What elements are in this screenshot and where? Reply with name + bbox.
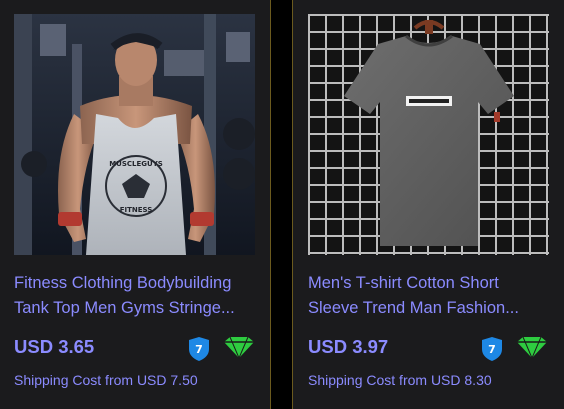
product-title-line-1[interactable]: Men's T-shirt Cotton Short xyxy=(308,271,552,296)
shield-7-icon: 7 xyxy=(189,337,209,361)
product-title-line-2[interactable]: Sleeve Trend Man Fashion... xyxy=(308,296,552,321)
badge-group: 7 xyxy=(479,336,551,362)
product-photo xyxy=(308,14,549,255)
card-gutter xyxy=(271,0,292,409)
product-image[interactable] xyxy=(308,14,549,255)
svg-text:7: 7 xyxy=(488,343,496,356)
diamond-icon xyxy=(517,336,547,360)
shirt-print-bottom: FITNESS xyxy=(120,206,153,214)
product-title[interactable]: Men's T-shirt Cotton Short Sleeve Trend … xyxy=(308,271,552,321)
product-price: USD 3.97 xyxy=(308,336,389,357)
product-title-line-1[interactable]: Fitness Clothing Bodybuilding xyxy=(14,271,258,296)
shipping-cost: Shipping Cost from USD 8.30 xyxy=(308,372,492,388)
product-title[interactable]: Fitness Clothing Bodybuilding Tank Top M… xyxy=(14,271,258,321)
product-photo: MUSCLEGUYS FITNESS xyxy=(14,14,255,255)
shield-7-icon: 7 xyxy=(482,337,502,361)
svg-text:7: 7 xyxy=(195,343,203,356)
product-grid: MUSCLEGUYS FITNESS Fitness Clothing Body… xyxy=(0,0,564,409)
product-image[interactable]: MUSCLEGUYS FITNESS xyxy=(14,14,255,255)
diamond-icon xyxy=(224,336,254,360)
badge-group: 7 xyxy=(186,336,258,362)
product-card[interactable]: MUSCLEGUYS FITNESS Fitness Clothing Body… xyxy=(0,0,271,409)
product-price: USD 3.65 xyxy=(14,336,95,357)
shirt-print-top: MUSCLEGUYS xyxy=(109,160,163,168)
shipping-cost: Shipping Cost from USD 7.50 xyxy=(14,372,198,388)
product-card[interactable]: Men's T-shirt Cotton Short Sleeve Trend … xyxy=(292,0,564,409)
product-title-line-2[interactable]: Tank Top Men Gyms Stringe... xyxy=(14,296,258,321)
